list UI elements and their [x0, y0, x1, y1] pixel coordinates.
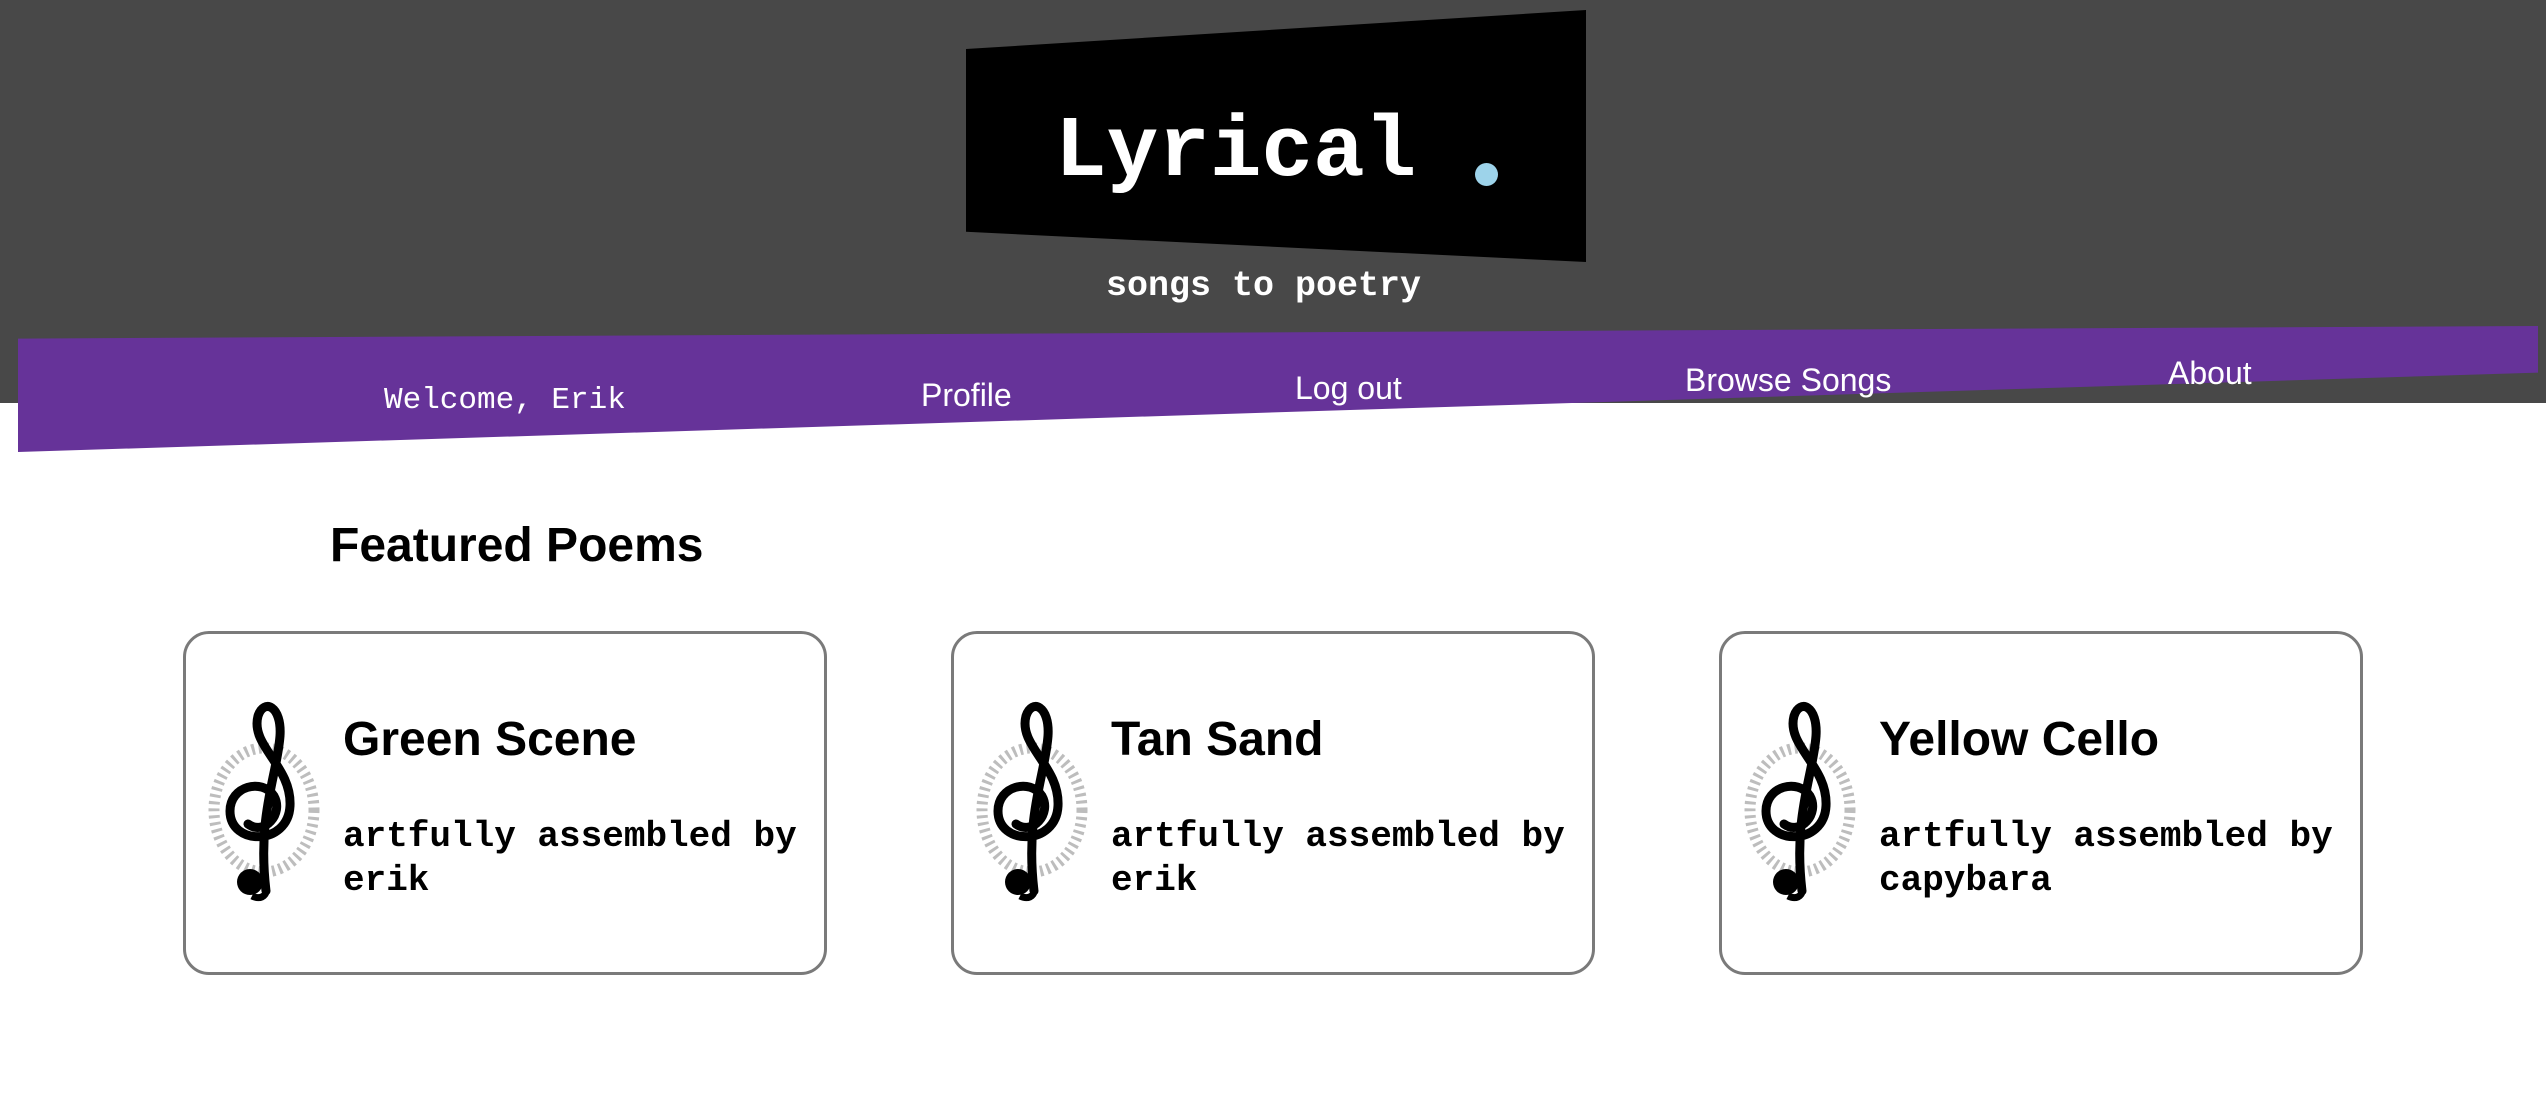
nav-profile-link[interactable]: Profile: [921, 375, 1012, 415]
poem-title: Yellow Cello: [1879, 713, 2160, 766]
logo-dot: [1475, 163, 1498, 186]
poem-title: Tan Sand: [1111, 713, 1324, 766]
nav-browse-songs-link[interactable]: Browse Songs: [1685, 360, 1891, 400]
nav-about-link[interactable]: About: [2168, 353, 2252, 393]
treble-clef-icon: [976, 702, 1088, 902]
poem-author: artfully assembled by erik: [1111, 816, 1565, 901]
nav-logout-link[interactable]: Log out: [1295, 368, 1402, 408]
poem-author: artfully assembled by erik: [343, 816, 797, 901]
poem-title: Green Scene: [343, 713, 637, 766]
welcome-message: Welcome, Erik: [384, 383, 626, 418]
featured-poems-heading: Featured Poems: [330, 519, 704, 572]
treble-clef-icon: [208, 702, 320, 902]
poem-author: artfully assembled by capybara: [1879, 816, 2333, 901]
treble-clef-icon: [1744, 702, 1856, 902]
tagline: songs to poetry: [1106, 266, 1422, 306]
poem-card[interactable]: Yellow Cello artfully assembled by capyb…: [1719, 631, 2363, 975]
poem-card[interactable]: Green Scene artfully assembled by erik: [183, 631, 827, 975]
poem-card[interactable]: Tan Sand artfully assembled by erik: [951, 631, 1595, 975]
logo[interactable]: Lyrical: [1055, 102, 1416, 202]
